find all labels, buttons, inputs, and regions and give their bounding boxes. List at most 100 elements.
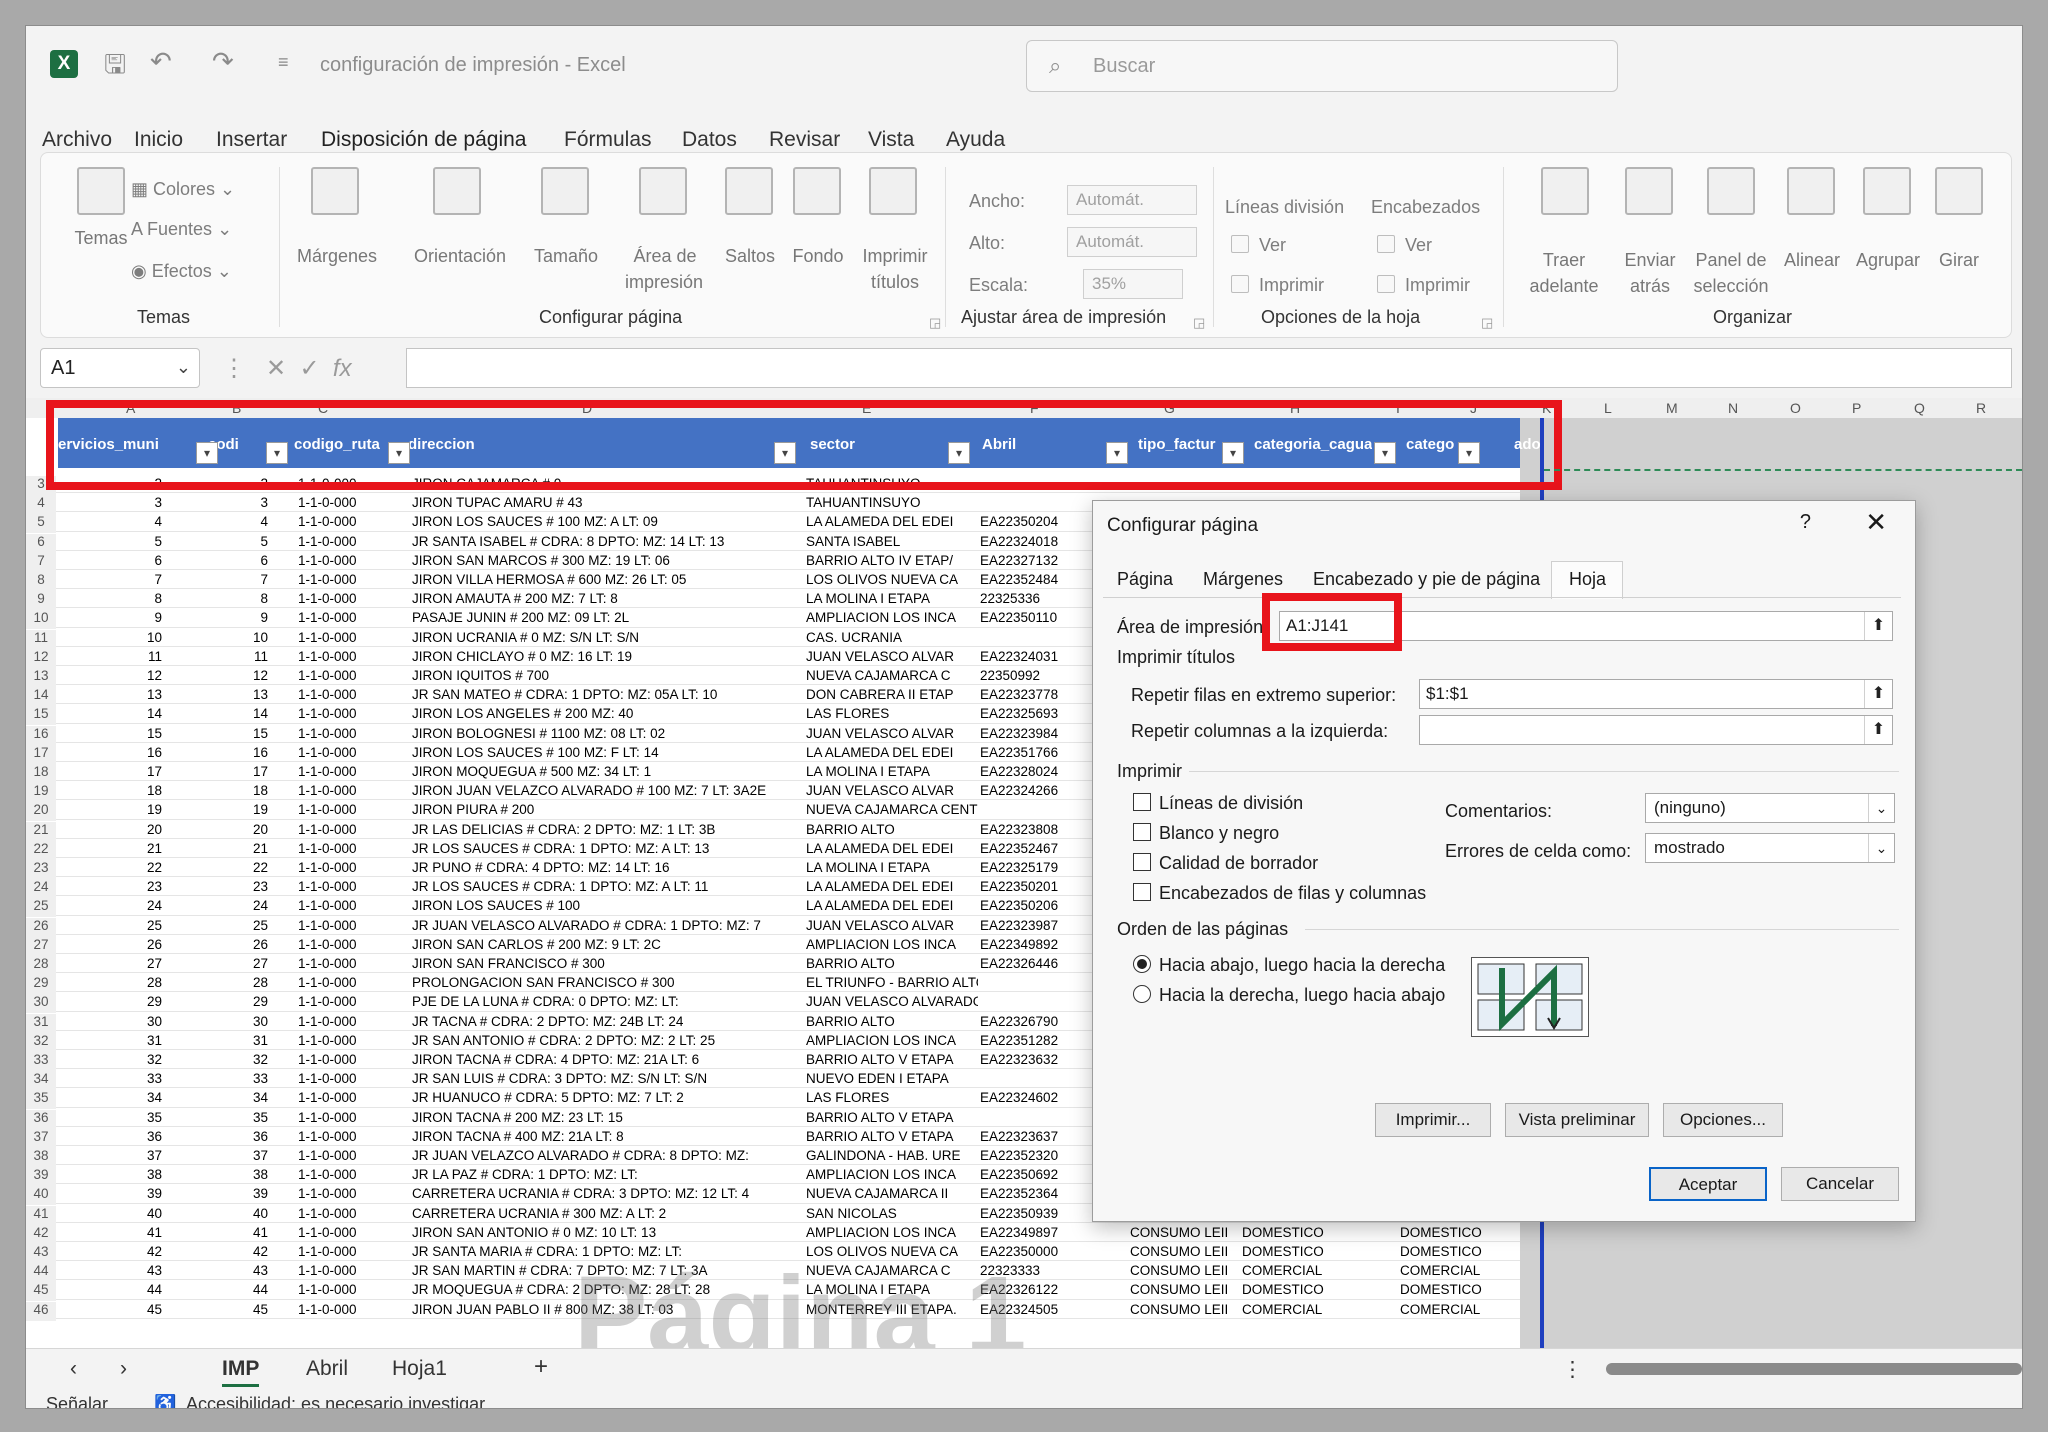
table-cell[interactable]: 1-1-0-000 (298, 1129, 398, 1144)
table-cell[interactable]: JIRON LOS SAUCES # 100 MZ: F LT: 14 (412, 745, 802, 760)
panel-seleccion-line1[interactable]: Panel de (1691, 247, 1771, 273)
name-box[interactable]: A1 ⌄ (40, 348, 200, 388)
table-cell[interactable]: 31 (142, 1033, 162, 1048)
column-header[interactable]: O (1790, 400, 1801, 416)
table-cell[interactable]: 1-1-0-000 (298, 994, 398, 1009)
row-number[interactable]: 26 (26, 917, 56, 937)
table-cell[interactable]: 1-1-0-000 (298, 1186, 398, 1201)
table-cell[interactable]: CONSUMO LEII (1130, 1263, 1242, 1278)
table-cell[interactable]: 45 (142, 1302, 162, 1317)
table-cell[interactable]: SAN NICOLAS (806, 1206, 978, 1221)
menu-ayuda[interactable]: Ayuda (946, 128, 1005, 152)
encabezados-imprimir-checkbox[interactable] (1377, 275, 1395, 293)
table-cell[interactable]: CONSUMO LEII (1130, 1244, 1242, 1259)
table-cell[interactable]: 17 (248, 764, 268, 779)
table-cell[interactable]: BARRIO ALTO (806, 1014, 978, 1029)
lineas-imprimir-checkbox[interactable] (1231, 275, 1249, 293)
row-number[interactable]: 41 (26, 1205, 56, 1225)
tab-encabezado-pie[interactable]: Encabezado y pie de página (1313, 569, 1540, 590)
breaks-icon[interactable] (725, 167, 773, 215)
table-cell[interactable]: NUEVA CAJAMARCA CENTRO (806, 802, 978, 817)
table-cell[interactable]: 44 (142, 1282, 162, 1297)
table-cell[interactable]: 6 (248, 553, 268, 568)
table-cell[interactable]: 11 (142, 649, 162, 664)
table-cell[interactable]: JIRON SAN FRANCISCO # 300 (412, 956, 802, 971)
table-cell[interactable]: JIRON CHICLAYO # 0 MZ: 16 LT: 19 (412, 649, 802, 664)
table-cell[interactable]: 42 (142, 1244, 162, 1259)
table-cell[interactable]: 21 (248, 841, 268, 856)
table-cell[interactable]: JIRON UCRANIA # 0 MZ: S/N LT: S/N (412, 630, 802, 645)
table-cell[interactable]: 8 (142, 591, 162, 606)
table-cell[interactable]: 1-1-0-000 (298, 687, 398, 702)
row-number[interactable]: 43 (26, 1244, 56, 1263)
table-cell[interactable]: JIRON AMAUTA # 200 MZ: 7 LT: 8 (412, 591, 802, 606)
row-number[interactable]: 8 (26, 572, 56, 591)
search-box[interactable]: ⌕ Buscar (1026, 40, 1618, 92)
row-number[interactable]: 10 (26, 610, 56, 630)
margins-icon[interactable] (311, 167, 359, 215)
table-cell[interactable]: LA ALAMEDA DEL EDEI (806, 745, 978, 760)
table-cell[interactable]: COMERCIAL (1242, 1302, 1398, 1317)
table-cell[interactable]: 1-1-0-000 (298, 630, 398, 645)
row-number[interactable]: 25 (26, 898, 56, 918)
table-cell[interactable]: DOMESTICO (1242, 1244, 1398, 1259)
row-number[interactable]: 13 (26, 668, 56, 687)
table-cell[interactable]: AMPLIACION LOS INCA (806, 610, 978, 625)
row-number[interactable]: 11 (26, 629, 56, 649)
order-over-then-down-radio[interactable] (1133, 985, 1151, 1003)
row-number[interactable]: 6 (26, 533, 56, 553)
table-cell[interactable]: 1-1-0-000 (298, 1071, 398, 1086)
table-cell[interactable]: JR LAS DELICIAS # CDRA: 2 DPTO: MZ: 1 LT… (412, 822, 802, 837)
tab-hoja[interactable]: Hoja (1569, 569, 1606, 590)
table-cell[interactable]: JR TACNA # CDRA: 2 DPTO: MZ: 24B LT: 24 (412, 1014, 802, 1029)
table-cell[interactable]: JUAN VELASCO ALVAR (806, 918, 978, 933)
row-number[interactable]: 34 (26, 1071, 56, 1091)
options-button[interactable]: Opciones... (1663, 1103, 1783, 1137)
align-icon[interactable] (1787, 167, 1835, 215)
table-cell[interactable]: 10 (248, 630, 268, 645)
table-cell[interactable]: EA22349897 (980, 1225, 1130, 1240)
table-cell[interactable]: 25 (142, 918, 162, 933)
table-cell[interactable]: JUAN VELASCO ALVARADO II ETAPA (806, 994, 978, 1009)
table-cell[interactable]: JUAN VELASCO ALVAR (806, 649, 978, 664)
table-cell[interactable]: 20 (142, 822, 162, 837)
print-titles-icon[interactable] (869, 167, 917, 215)
table-cell[interactable]: PROLONGACION SAN FRANCISCO # 300 (412, 975, 802, 990)
row-number[interactable]: 18 (26, 764, 56, 783)
column-header[interactable]: N (1728, 400, 1738, 416)
comments-select[interactable]: (ninguno) ⌄ (1645, 793, 1895, 823)
table-cell[interactable]: JR LOS SAUCES # CDRA: 1 DPTO: MZ: A LT: … (412, 841, 802, 856)
print-preview-button[interactable]: Vista preliminar (1505, 1103, 1649, 1137)
accessibility-status[interactable]: Accesibilidad: es necesario investigar (186, 1394, 485, 1408)
table-cell[interactable]: GALINDONA - HAB. URE (806, 1148, 978, 1163)
table-cell[interactable]: 43 (142, 1263, 162, 1278)
print-area-icon[interactable] (639, 167, 687, 215)
collapse-arrow-icon[interactable]: ⬆ (1864, 612, 1892, 640)
table-cell[interactable]: 16 (248, 745, 268, 760)
table-cell[interactable]: 1-1-0-000 (298, 1206, 398, 1221)
redo-icon[interactable]: ↷ (212, 46, 234, 77)
table-cell[interactable]: JIRON LOS SAUCES # 100 (412, 898, 802, 913)
horizontal-scrollbar[interactable] (1606, 1363, 2022, 1375)
tab-pagina[interactable]: Página (1117, 569, 1173, 590)
table-cell[interactable]: 35 (248, 1110, 268, 1125)
table-cell[interactable]: 1-1-0-000 (298, 610, 398, 625)
table-cell[interactable]: 22 (142, 860, 162, 875)
table-cell[interactable]: JR SAN MATEO # CDRA: 1 DPTO: MZ: 05A LT:… (412, 687, 802, 702)
table-cell[interactable]: JIRON SAN MARCOS # 300 MZ: 19 LT: 06 (412, 553, 802, 568)
table-cell[interactable]: 1-1-0-000 (298, 726, 398, 741)
row-number[interactable]: 4 (26, 495, 56, 515)
table-cell[interactable]: 11 (248, 649, 268, 664)
row-number[interactable]: 45 (26, 1282, 56, 1302)
table-cell[interactable]: DOMESTICO (1400, 1244, 1490, 1259)
row-number[interactable]: 30 (26, 994, 56, 1014)
menu-archivo[interactable]: Archivo (42, 128, 112, 152)
table-cell[interactable]: 29 (248, 994, 268, 1009)
table-cell[interactable]: CARRETERA UCRANIA # 300 MZ: A LT: 2 (412, 1206, 802, 1221)
imprimir-titulos-line1[interactable]: Imprimir (853, 243, 937, 269)
table-cell[interactable]: 36 (248, 1129, 268, 1144)
table-cell[interactable]: BARRIO ALTO (806, 956, 978, 971)
table-cell[interactable]: DOMESTICO (1400, 1282, 1490, 1297)
row-number[interactable]: 16 (26, 725, 56, 745)
table-cell[interactable]: DOMESTICO (1242, 1225, 1398, 1240)
